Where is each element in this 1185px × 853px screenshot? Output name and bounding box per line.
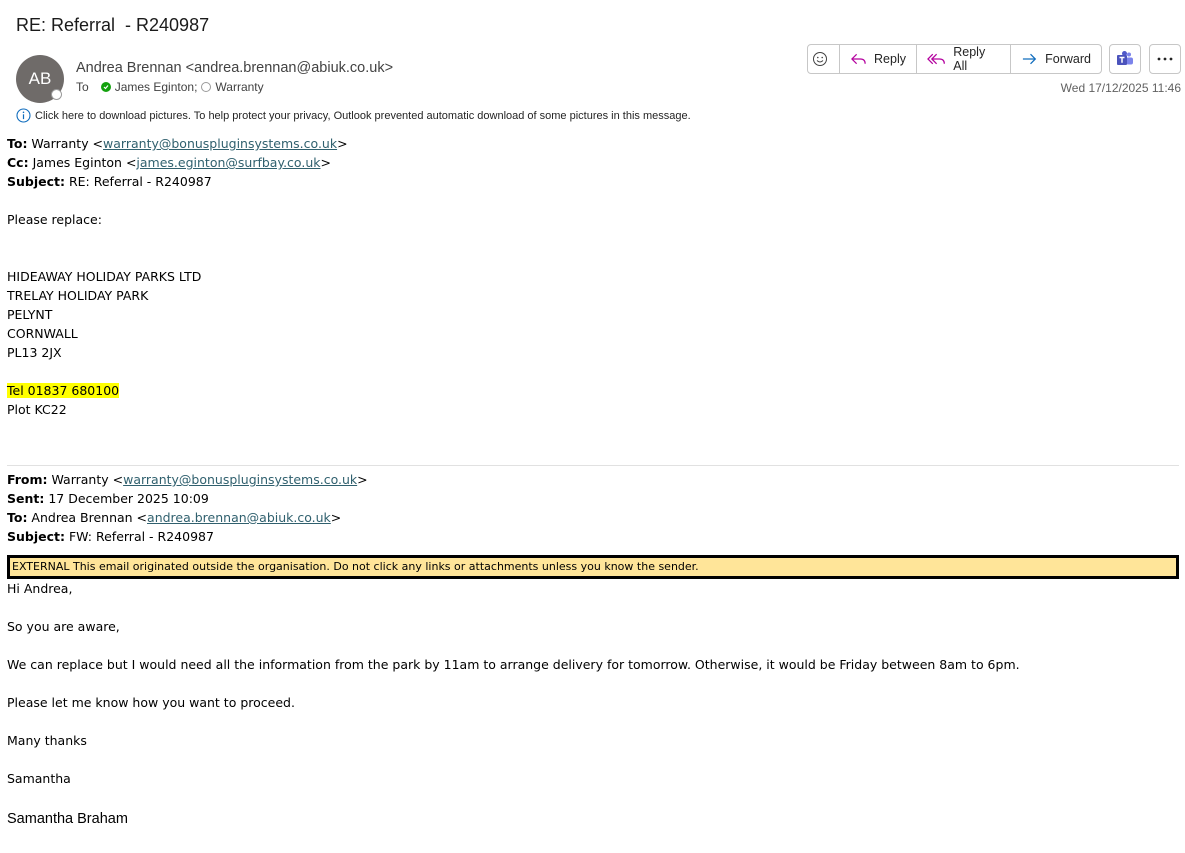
header-subject: Subject: RE: Referral - R240987 (7, 174, 212, 189)
reply-label: Reply (874, 52, 906, 66)
cc-email-link[interactable]: james.eginton@surfbay.co.uk (136, 155, 320, 170)
address-line: PL13 2JX (7, 345, 62, 360)
reply-all-button[interactable]: Reply All (917, 45, 1011, 73)
signature-name: Samantha Braham (7, 811, 128, 827)
reply-all-icon (927, 53, 945, 65)
forward-button[interactable]: Forward (1011, 45, 1101, 73)
message-body: To: Warranty <warranty@bonuspluginsystem… (7, 134, 1179, 829)
sign-off: Many thanks (7, 733, 87, 748)
reply-all-label: Reply All (953, 45, 986, 73)
download-pictures-bar[interactable]: Click here to download pictures. To help… (16, 108, 691, 123)
info-bar-text: Click here to download pictures. To help… (35, 109, 691, 122)
recipient-label: Warranty (215, 80, 264, 94)
body-line: We can replace but I would need all the … (7, 657, 1020, 672)
fwd-header-to: To: Andrea Brennan <andrea.brennan@abiuk… (7, 510, 342, 525)
highlighted-tel: Tel 01837 680100 (7, 383, 120, 398)
more-dots-icon (1157, 57, 1173, 61)
address-line: CORNWALL (7, 326, 78, 341)
fwd-header-from: From: Warranty <warranty@bonuspluginsyst… (7, 472, 368, 487)
address-line: PELYNT (7, 307, 53, 322)
greeting: Hi Andrea, (7, 581, 73, 596)
reply-icon (851, 53, 866, 65)
external-warning-banner: EXTERNAL This email originated outside t… (7, 555, 1179, 579)
body-line: Please let me know how you want to proce… (7, 695, 295, 710)
presence-unknown-icon (201, 82, 212, 92)
reaction-button[interactable] (808, 45, 840, 73)
forward-divider (7, 465, 1179, 466)
plot-number: Plot KC22 (7, 402, 67, 417)
info-icon (16, 108, 31, 123)
body-line: So you are aware, (7, 619, 120, 634)
recipients-line: To James Eginton; Warranty (76, 80, 264, 94)
forward-arrow-icon (1022, 53, 1037, 65)
message-actions-toolbar: Reply Reply All Forward (807, 44, 1102, 74)
address-line: TRELAY HOLIDAY PARK (7, 288, 149, 303)
header-cc: Cc: James Eginton <james.eginton@surfbay… (7, 155, 331, 170)
fwd-to-email-link[interactable]: andrea.brennan@abiuk.co.uk (147, 510, 331, 525)
from-email-link[interactable]: warranty@bonuspluginsystems.co.uk (123, 472, 357, 487)
recipient-label: James Eginton; (114, 80, 198, 94)
available-check-icon (100, 82, 111, 92)
address-line: HIDEAWAY HOLIDAY PARKS LTD (7, 269, 202, 284)
avatar-initials: AB (28, 69, 52, 88)
reply-intro: Please replace: (7, 212, 102, 227)
reply-button[interactable]: Reply (840, 45, 917, 73)
message-subject: RE: Referral - R240987 (16, 15, 210, 35)
fwd-header-sent: Sent: 17 December 2025 10:09 (7, 491, 209, 506)
sender-name[interactable]: Andrea Brennan <andrea.brennan@abiuk.co.… (76, 60, 393, 76)
presence-status-icon (51, 89, 62, 100)
fwd-header-subject: Subject: FW: Referral - R240987 (7, 529, 214, 544)
message-date: Wed 17/12/2025 11:46 (1060, 81, 1181, 95)
to-email-link[interactable]: warranty@bonuspluginsystems.co.uk (103, 136, 337, 151)
to-label: To (76, 80, 89, 94)
header-to: To: Warranty <warranty@bonuspluginsystem… (7, 136, 348, 151)
teams-chat-button[interactable] (1109, 44, 1141, 74)
forward-label: Forward (1045, 52, 1091, 66)
teams-icon (1117, 51, 1133, 65)
sender-first-name: Samantha (7, 771, 71, 786)
recipient-james[interactable]: James Eginton; (100, 80, 198, 94)
more-actions-button[interactable] (1149, 44, 1181, 74)
recipient-warranty[interactable]: Warranty (201, 80, 264, 94)
smiley-icon (813, 52, 827, 66)
